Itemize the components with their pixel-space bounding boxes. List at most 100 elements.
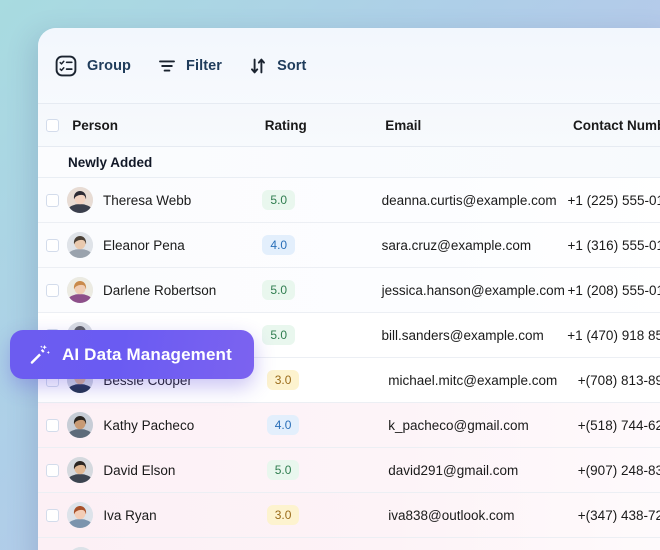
- rating-badge: 5.0: [262, 325, 296, 345]
- column-header-email[interactable]: Email: [385, 118, 573, 133]
- email-cell: michael.mitc@example.com: [388, 373, 578, 388]
- email-value: jessica.hanson@example.com: [381, 282, 565, 298]
- row-select-cell: [38, 283, 67, 297]
- rating-badge: 5.0: [262, 280, 296, 300]
- ai-data-management-badge[interactable]: AI Data Management: [10, 330, 254, 379]
- rating-badge: 3.0: [266, 370, 300, 390]
- filter-button[interactable]: Filter: [157, 56, 222, 76]
- filter-icon: [157, 56, 177, 76]
- contact-number-cell: +(907) 248-8330: [578, 463, 660, 478]
- group-section-row: Newly Added: [38, 147, 660, 178]
- select-all-checkbox[interactable]: [46, 118, 59, 132]
- contact-number-value: +1 (225) 555-0118: [567, 192, 660, 208]
- sort-arrows-icon: [248, 56, 268, 76]
- table-row[interactable]: [38, 538, 660, 550]
- person-cell: Darlene Robertson: [66, 277, 262, 303]
- rating-badge: 4.0: [266, 415, 300, 435]
- rating-badge: 5.0: [262, 190, 296, 210]
- person-name: Darlene Robertson: [102, 282, 217, 298]
- table-row[interactable]: David Elson 5.0 david291@gmail.com +(907) 2…: [38, 448, 660, 493]
- rating-badge: 5.0: [266, 460, 300, 480]
- group-section-label: Newly Added: [68, 154, 153, 170]
- data-table-card: Group Filter Sort Person Rating Email Co…: [38, 28, 660, 550]
- contact-number-cell: +(708) 813-8989: [578, 373, 660, 388]
- email-value: deanna.curtis@example.com: [381, 192, 557, 208]
- email-cell: iva838@outlook.com: [388, 508, 578, 523]
- row-select-cell: [38, 238, 67, 252]
- select-all-cell: [38, 118, 67, 132]
- avatar: [66, 187, 93, 213]
- row-select-cell: [38, 193, 67, 207]
- person-name: Kathy Pacheco: [103, 417, 195, 433]
- row-checkbox[interactable]: [46, 193, 59, 207]
- row-checkbox[interactable]: [46, 508, 59, 522]
- checklist-icon: [54, 54, 78, 78]
- rating-cell: 3.0: [266, 370, 389, 390]
- sort-button-label: Sort: [277, 57, 307, 74]
- person-name: Eleanor Pena: [102, 237, 185, 253]
- contact-number-value: +(907) 248-8330: [577, 462, 660, 478]
- person-cell: Iva Ryan: [67, 502, 266, 528]
- rating-cell: 5.0: [266, 460, 389, 480]
- ai-badge-label: AI Data Management: [62, 344, 232, 364]
- rating-cell: 4.0: [262, 235, 381, 255]
- column-header-contact-number[interactable]: Contact Number: [573, 118, 660, 133]
- row-checkbox[interactable]: [46, 238, 59, 252]
- email-cell: sara.cruz@example.com: [382, 238, 568, 253]
- row-checkbox[interactable]: [46, 418, 59, 432]
- contact-number-value: +1 (470) 918 8545: [567, 327, 660, 343]
- rating-cell: 5.0: [262, 190, 381, 210]
- avatar: [67, 457, 94, 483]
- email-cell: bill.sanders@example.com: [381, 328, 567, 343]
- sort-button[interactable]: Sort: [248, 56, 306, 76]
- email-cell: jessica.hanson@example.com: [382, 283, 568, 298]
- email-value: bill.sanders@example.com: [381, 327, 544, 343]
- row-select-cell: [38, 418, 67, 432]
- avatar: [66, 277, 93, 303]
- email-value: michael.mitc@example.com: [388, 372, 558, 388]
- email-cell: k_pacheco@gmail.com: [388, 418, 578, 433]
- rating-cell: 5.0: [262, 280, 381, 300]
- table-toolbar: Group Filter Sort: [38, 28, 660, 103]
- row-checkbox[interactable]: [46, 283, 59, 297]
- contact-number-cell: +(347) 438-7215: [578, 508, 660, 523]
- row-select-cell: [38, 463, 67, 477]
- rating-cell: 5.0: [262, 325, 381, 345]
- person-name: Iva Ryan: [103, 507, 157, 523]
- column-header-rating[interactable]: Rating: [265, 118, 385, 133]
- person-name: David Elson: [103, 462, 176, 478]
- table-row[interactable]: Darlene Robertson 5.0 jessica.hanson@examp…: [38, 268, 660, 313]
- person-name: Theresa Webb: [102, 192, 192, 208]
- contact-number-cell: +(518) 744-6291: [578, 418, 660, 433]
- column-header-person[interactable]: Person: [67, 118, 265, 133]
- rating-badge: 3.0: [266, 505, 300, 525]
- contact-number-value: +(518) 744-6291: [577, 417, 660, 433]
- contact-number-cell: +1 (470) 918 8545: [567, 328, 660, 343]
- rating-cell: 4.0: [266, 415, 389, 435]
- contact-number-value: +(708) 813-8989: [577, 372, 660, 388]
- group-button[interactable]: Group: [54, 54, 131, 78]
- row-select-cell: [38, 508, 67, 522]
- table-row[interactable]: Kathy Pacheco 4.0 k_pacheco@gmail.com +(518…: [38, 403, 660, 448]
- table-row[interactable]: Theresa Webb 5.0 deanna.curtis@example.com…: [38, 178, 660, 223]
- row-checkbox[interactable]: [46, 463, 59, 477]
- table-row[interactable]: Iva Ryan 3.0 iva838@outlook.com +(347) 438-…: [38, 493, 660, 538]
- table-row[interactable]: Eleanor Pena 4.0 sara.cruz@example.com +1 (…: [38, 223, 660, 268]
- email-cell: deanna.curtis@example.com: [382, 193, 568, 208]
- email-value: iva838@outlook.com: [388, 507, 515, 523]
- avatar: [67, 412, 94, 438]
- contact-number-value: +1 (316) 555-0116: [567, 237, 660, 253]
- contact-number-value: +(347) 438-7215: [577, 507, 660, 523]
- contact-number-cell: +1 (208) 555-0112: [568, 283, 660, 298]
- email-value: sara.cruz@example.com: [381, 237, 532, 253]
- contact-number-cell: +1 (225) 555-0118: [568, 193, 660, 208]
- filter-button-label: Filter: [186, 57, 223, 74]
- rating-cell: 3.0: [266, 505, 389, 525]
- person-cell: Kathy Pacheco: [67, 412, 266, 438]
- person-cell: Theresa Webb: [66, 187, 262, 213]
- email-cell: david291@gmail.com: [388, 463, 578, 478]
- contact-number-cell: +1 (316) 555-0116: [568, 238, 660, 253]
- rating-badge: 4.0: [262, 235, 296, 255]
- group-button-label: Group: [87, 57, 131, 74]
- person-cell: Eleanor Pena: [66, 232, 262, 258]
